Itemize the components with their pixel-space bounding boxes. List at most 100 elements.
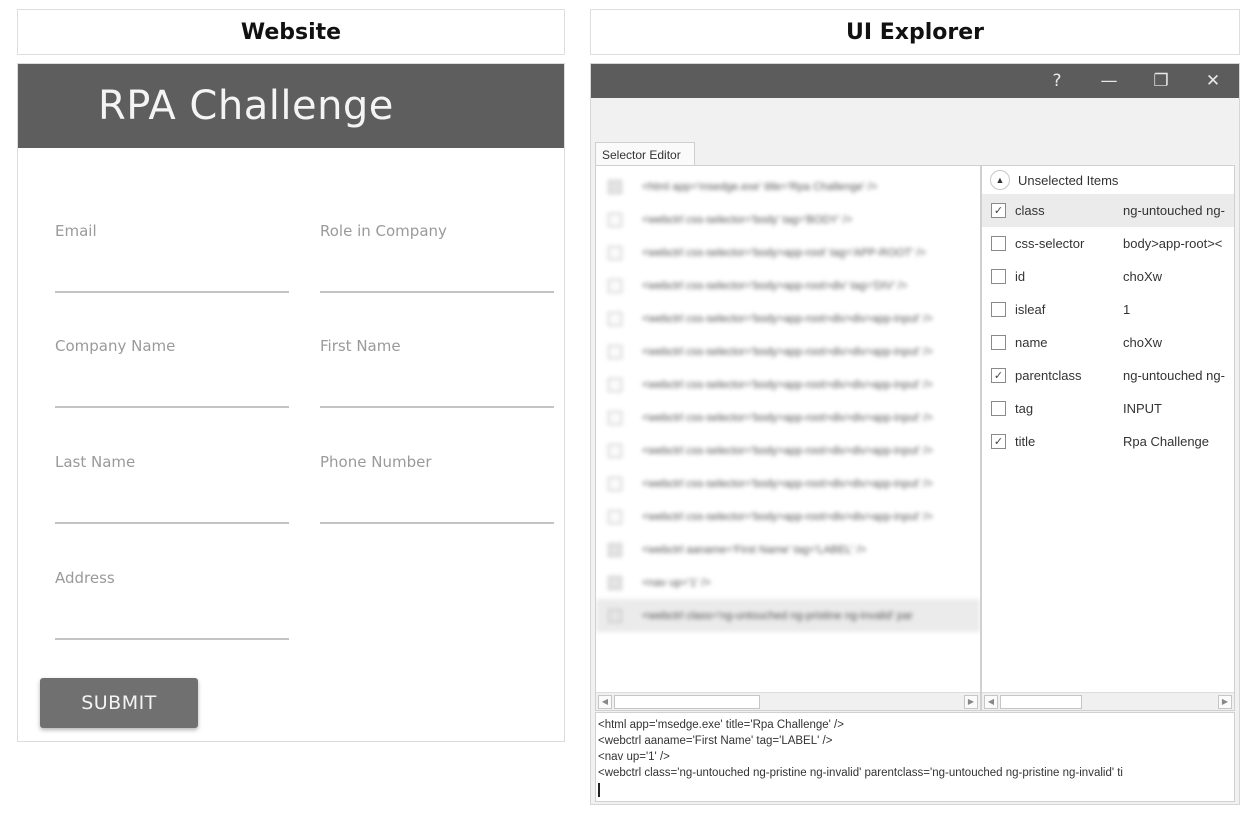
scroll-thumb[interactable] xyxy=(1000,694,1082,709)
attribute-value: body>app-root>< xyxy=(1123,236,1223,251)
selector-line: <webctrl class='ng-untouched ng-pristine… xyxy=(598,767,1123,779)
form-field: Role in Company xyxy=(320,222,554,293)
tree-checkbox[interactable] xyxy=(608,377,622,392)
tree-row[interactable]: <webctrl css-selector='body>app-root>div… xyxy=(596,500,980,533)
attribute-checkbox[interactable]: ✓ xyxy=(991,368,1006,383)
tree-checkbox[interactable] xyxy=(608,509,622,524)
scroll-right-icon[interactable]: ▶ xyxy=(1218,694,1232,709)
field-label: Company Name xyxy=(55,337,176,355)
tree-row[interactable]: <nav up='1' /> xyxy=(596,566,980,599)
tree-row[interactable]: <webctrl css-selector='body>app-root>div… xyxy=(596,434,980,467)
help-icon[interactable]: ? xyxy=(1031,71,1083,91)
tree-checkbox[interactable] xyxy=(608,311,622,326)
window-titlebar: ? — ❐ ✕ xyxy=(591,64,1239,98)
unselected-items-label: Unselected Items xyxy=(1018,172,1119,188)
submit-button[interactable]: SUBMIT xyxy=(40,678,198,728)
form-field: First Name xyxy=(320,337,554,408)
field-label: Role in Company xyxy=(320,222,447,240)
tree-checkbox[interactable] xyxy=(608,575,622,590)
field-input[interactable] xyxy=(320,508,554,524)
tree-row[interactable]: <webctrl css-selector='body>app-root>div… xyxy=(596,269,980,302)
attribute-row-id[interactable]: id choXw xyxy=(982,260,1234,293)
tree-row-text: <webctrl css-selector='body' tag='BODY' … xyxy=(642,213,853,226)
tree-row-text: <webctrl css-selector='body>app-root>div… xyxy=(642,279,908,292)
attribute-row-tag[interactable]: tag INPUT xyxy=(982,392,1234,425)
website-caption: Website xyxy=(17,9,565,55)
tree-row[interactable]: <webctrl css-selector='body>app-root>div… xyxy=(596,401,980,434)
tree-checkbox[interactable] xyxy=(608,608,622,623)
tree-row-text: <nav up='1' /> xyxy=(642,576,711,589)
tree-checkbox[interactable] xyxy=(608,245,622,260)
scroll-right-icon[interactable]: ▶ xyxy=(964,694,978,709)
tree-row-text: <webctrl css-selector='body>app-root' ta… xyxy=(642,246,926,259)
field-label: First Name xyxy=(320,337,401,355)
attribute-checkbox[interactable]: ✓ xyxy=(991,203,1006,218)
attribute-value: choXw xyxy=(1123,335,1163,350)
tree-checkbox[interactable] xyxy=(608,212,622,227)
tree-row-text: <webctrl aaname='First Name' tag='LABEL'… xyxy=(642,543,867,556)
scroll-thumb[interactable] xyxy=(614,694,760,709)
attributes-horizontal-scrollbar[interactable]: ◀ ▶ xyxy=(982,692,1234,710)
unselected-items-toggle[interactable]: ▲ Unselected Items xyxy=(982,166,1234,194)
field-input[interactable] xyxy=(55,392,289,408)
field-input[interactable] xyxy=(55,277,289,293)
attribute-name: name xyxy=(1015,335,1048,350)
collapse-icon[interactable]: ▲ xyxy=(990,170,1010,190)
tab-selector-editor[interactable]: Selector Editor xyxy=(595,142,695,166)
tree-row[interactable]: <webctrl css-selector='body>app-root>div… xyxy=(596,335,980,368)
tree-horizontal-scrollbar[interactable]: ◀ ▶ xyxy=(596,692,980,710)
selector-line: <html app='msedge.exe' title='Rpa Challe… xyxy=(598,719,844,731)
tree-row-text: <webctrl css-selector='body>app-root>div… xyxy=(642,477,933,490)
field-label: Phone Number xyxy=(320,453,432,471)
attribute-name: id xyxy=(1015,269,1026,284)
tree-row[interactable]: <webctrl css-selector='body>app-root>div… xyxy=(596,368,980,401)
field-input[interactable] xyxy=(320,277,554,293)
tree-row[interactable]: <html app='msedge.exe' title='Rpa Challe… xyxy=(596,170,980,203)
selector-text-editor[interactable]: <html app='msedge.exe' title='Rpa Challe… xyxy=(595,712,1235,802)
field-input[interactable] xyxy=(55,508,289,524)
attribute-value: ng-untouched ng- xyxy=(1123,368,1225,383)
tree-row[interactable]: <webctrl css-selector='body>app-root>div… xyxy=(596,467,980,500)
field-input[interactable] xyxy=(320,392,554,408)
attribute-row-name[interactable]: name choXw xyxy=(982,326,1234,359)
tree-row[interactable]: <webctrl css-selector='body>app-root>div… xyxy=(596,302,980,335)
minimize-button[interactable]: — xyxy=(1083,71,1135,91)
ui-explorer-caption: UI Explorer xyxy=(590,9,1240,55)
attribute-row-title[interactable]: ✓ title Rpa Challenge xyxy=(982,425,1234,458)
attribute-row-class[interactable]: ✓ class ng-untouched ng- xyxy=(982,194,1234,227)
attribute-row-css-selector[interactable]: css-selector body>app-root>< xyxy=(982,227,1234,260)
site-title: RPA Challenge xyxy=(98,83,394,129)
field-label: Address xyxy=(55,569,115,587)
attribute-name: isleaf xyxy=(1015,302,1046,317)
attribute-checkbox[interactable] xyxy=(991,236,1006,251)
attribute-name: css-selector xyxy=(1015,236,1085,251)
field-input[interactable] xyxy=(55,624,289,640)
attribute-row-isleaf[interactable]: isleaf 1 xyxy=(982,293,1234,326)
tree-row[interactable]: <webctrl aaname='First Name' tag='LABEL'… xyxy=(596,533,980,566)
scroll-left-icon[interactable]: ◀ xyxy=(984,694,998,709)
attribute-checkbox[interactable] xyxy=(991,401,1006,416)
scroll-left-icon[interactable]: ◀ xyxy=(598,694,612,709)
attribute-value: choXw xyxy=(1123,269,1163,284)
tree-row[interactable]: <webctrl css-selector='body' tag='BODY' … xyxy=(596,203,980,236)
tree-row-text: <html app='msedge.exe' title='Rpa Challe… xyxy=(642,180,878,193)
attribute-row-parentclass[interactable]: ✓ parentclass ng-untouched ng- xyxy=(982,359,1234,392)
tree-checkbox[interactable] xyxy=(608,410,622,425)
tree-row[interactable]: <webctrl class='ng-untouched ng-pristine… xyxy=(596,599,980,632)
attribute-checkbox[interactable]: ✓ xyxy=(991,434,1006,449)
attribute-checkbox[interactable] xyxy=(991,269,1006,284)
tree-checkbox[interactable] xyxy=(608,278,622,293)
attribute-checkbox[interactable] xyxy=(991,302,1006,317)
tree-checkbox[interactable] xyxy=(608,443,622,458)
field-label: Last Name xyxy=(55,453,136,471)
tree-checkbox[interactable] xyxy=(608,476,622,491)
tree-row[interactable]: <webctrl css-selector='body>app-root' ta… xyxy=(596,236,980,269)
tree-checkbox[interactable] xyxy=(608,542,622,557)
attribute-checkbox[interactable] xyxy=(991,335,1006,350)
tree-checkbox[interactable] xyxy=(608,179,622,194)
tree-checkbox[interactable] xyxy=(608,344,622,359)
form-field: Address xyxy=(55,569,289,640)
restore-button[interactable]: ❐ xyxy=(1135,71,1187,91)
close-button[interactable]: ✕ xyxy=(1187,71,1239,91)
tree-row-text: <webctrl css-selector='body>app-root>div… xyxy=(642,510,933,523)
